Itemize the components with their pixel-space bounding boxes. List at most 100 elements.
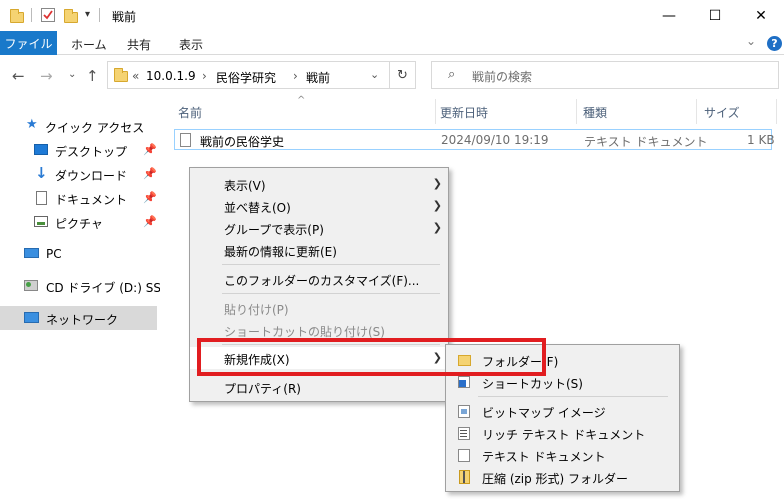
nav-item-label: デスクトップ [55,145,128,159]
ribbon: ファイル ホーム 共有 表示 ⌄ ? [0,31,784,55]
nav-item-label: ネットワーク [46,313,119,327]
nav-item-cd-drive[interactable]: CD ドライブ (D:) SSS_X6 [0,274,190,298]
text-document-icon [458,448,471,462]
column-header-size[interactable]: サイズ [704,104,740,121]
pin-icon[interactable]: 📌 [143,215,157,228]
pin-icon[interactable]: 📌 [143,143,157,156]
submenu-item-bitmap[interactable]: ビットマップ イメージ [446,400,679,422]
minimize-button[interactable]: — [646,0,692,31]
menu-item-label: プロパティ(R) [224,382,301,396]
chevron-right-icon: ❯ [432,221,442,234]
address-overflow[interactable]: « [132,69,139,83]
nav-item-pc[interactable]: PC [0,242,157,266]
back-arrow-icon[interactable]: ← [12,67,25,85]
submenu-item-zip[interactable]: 圧縮 (zip 形式) フォルダー [446,466,679,488]
sort-ascending-icon: ^ [297,95,306,106]
expand-ribbon-icon[interactable]: ⌄ [746,34,756,48]
menu-item-customize[interactable]: このフォルダーのカスタマイズ(F)... [190,268,448,290]
network-icon [24,312,39,323]
column-header-modified[interactable]: 更新日時 [440,104,488,121]
menu-item-label: 並べ替え(O) [224,201,291,215]
file-name: 戦前の民俗学史 [200,135,285,149]
column-header-type[interactable]: 種類 [583,104,607,121]
pin-icon[interactable]: 📌 [143,191,157,204]
menu-item-view[interactable]: 表示(V) ❯ [190,173,448,195]
document-icon [36,191,47,205]
customize-quick-access-icon[interactable]: ▾ [85,9,90,20]
menu-item-sort[interactable]: 並べ替え(O) ❯ [190,195,448,217]
menu-separator [478,396,668,397]
address-dropdown-icon[interactable]: ⌄ [370,68,379,81]
submenu-item-rich-text[interactable]: リッチ テキスト ドキュメント [446,422,679,444]
chevron-right-icon: ❯ [432,199,442,212]
star-icon: ★ [26,117,38,132]
separator [31,8,32,22]
column-divider[interactable] [435,99,436,124]
nav-item-label: ピクチャ [55,217,103,231]
menu-item-group[interactable]: グループで表示(P) ❯ [190,217,448,239]
up-arrow-icon[interactable]: ↑ [86,67,99,85]
zip-folder-icon [458,470,471,484]
recent-locations-icon[interactable]: ⌄ [68,69,76,80]
search-icon: ⌕ [448,67,456,82]
menu-item-label: 貼り付け(P) [224,303,289,317]
tab-file[interactable]: ファイル [0,31,57,55]
new-folder-icon[interactable] [64,7,78,25]
submenu-item-label: ショートカット(S) [482,377,583,391]
table-row[interactable]: 戦前の民俗学史 2024/09/10 19:19 テキスト ドキュメント 1 K… [174,129,775,150]
computer-icon [24,248,39,258]
submenu-item-label: 圧縮 (zip 形式) フォルダー [482,472,629,486]
download-arrow-icon: ↓ [35,164,48,182]
title-bar: ▾ 戦前 — ☐ ✕ [0,0,784,31]
nav-item-label: クイック アクセス [45,121,145,135]
nav-item-pictures[interactable]: ピクチャ 📌 [0,210,157,234]
menu-item-paste[interactable]: 貼り付け(P) [190,297,448,319]
pin-icon[interactable]: 📌 [143,167,157,180]
rich-text-icon [458,426,471,440]
nav-item-downloads[interactable]: ↓ ダウンロード 📌 [0,162,157,186]
nav-item-network[interactable]: ネットワーク [0,306,157,330]
menu-item-refresh[interactable]: 最新の情報に更新(E) [190,239,448,261]
properties-check-icon[interactable] [41,8,55,22]
column-divider[interactable] [576,99,577,124]
address-segment-current[interactable]: 戦前 [306,69,330,86]
file-modified: 2024/09/10 19:19 [441,133,549,147]
text-file-icon [180,133,191,147]
submenu-item-label: テキスト ドキュメント [482,450,606,464]
tab-view[interactable]: 表示 [179,36,203,53]
column-header-name[interactable]: 名前 [178,104,202,121]
close-button[interactable]: ✕ [738,0,784,31]
maximize-button[interactable]: ☐ [692,0,738,31]
address-bar[interactable]: « 10.0.1.9 › 民俗学研究 › 戦前 ⌄ [107,61,390,89]
nav-item-quick-access[interactable]: ★ クイック アクセス [0,114,157,138]
menu-item-properties[interactable]: プロパティ(R) [190,376,448,398]
cd-drive-icon [24,280,38,291]
desktop-icon [34,144,48,155]
chevron-right-icon[interactable]: › [202,69,207,83]
tab-share[interactable]: 共有 [127,36,151,53]
navigation-pane: ★ クイック アクセス デスクトップ 📌 ↓ ダウンロード 📌 ドキュメント 📌… [0,97,190,499]
submenu-item-text-document[interactable]: テキスト ドキュメント [446,444,679,466]
chevron-right-icon[interactable]: › [293,69,298,83]
nav-item-label: ダウンロード [55,169,128,183]
submenu-item-label: ビットマップ イメージ [482,406,606,420]
menu-item-label: このフォルダーのカスタマイズ(F)... [224,274,420,288]
nav-item-label: ドキュメント [55,193,128,207]
picture-icon [34,216,48,227]
window-title: 戦前 [112,10,137,24]
highlight-box [197,338,546,376]
search-input[interactable]: ⌕ 戦前の検索 [431,61,779,89]
nav-item-documents[interactable]: ドキュメント 📌 [0,186,157,210]
column-divider[interactable] [696,99,697,124]
column-divider[interactable] [776,99,777,124]
menu-item-label: 表示(V) [224,179,266,193]
help-icon[interactable]: ? [767,36,782,51]
address-segment-folder[interactable]: 民俗学研究 [216,69,276,86]
file-type: テキスト ドキュメント [584,135,708,149]
nav-item-desktop[interactable]: デスクトップ 📌 [0,138,157,162]
tab-home[interactable]: ホーム [71,36,107,53]
refresh-icon[interactable]: ↻ [390,61,416,89]
address-segment-server[interactable]: 10.0.1.9 [146,69,196,83]
forward-arrow-icon[interactable]: → [40,67,53,85]
search-placeholder: 戦前の検索 [472,70,533,84]
